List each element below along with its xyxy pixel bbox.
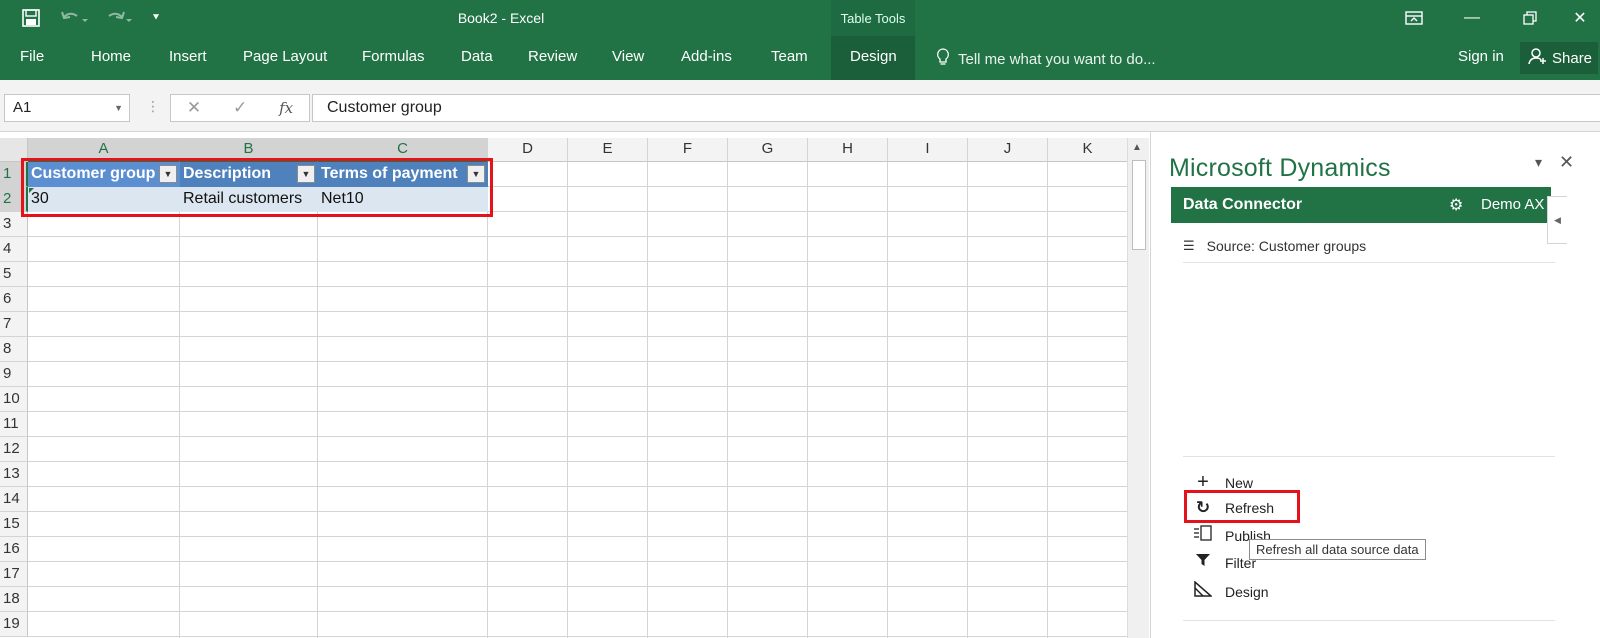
formula-input[interactable]: Customer group <box>312 94 1600 122</box>
sheet-row[interactable] <box>28 612 1128 637</box>
tab-page-layout[interactable]: Page Layout <box>243 48 327 65</box>
sheet-row[interactable] <box>28 287 1128 312</box>
column-header-i[interactable]: I <box>888 138 968 162</box>
environment-label[interactable]: Demo AX <box>1481 196 1544 213</box>
excel-window: ⯆ Book2 - Excel Table Tools — ✕ File Hom… <box>0 0 1600 638</box>
dynamics-task-pane: Microsoft Dynamics ▾ ✕ Data Connector ⚙ … <box>1150 132 1600 638</box>
worksheet-grid[interactable]: ABCDEFGHIJK 1 2 3 4 5 6 7 8 9 10 11 12 13 14 15 16 17 18 1… <box>0 138 1150 638</box>
close-icon[interactable]: ✕ <box>1562 4 1598 32</box>
scroll-thumb[interactable] <box>1132 160 1146 250</box>
restore-icon[interactable] <box>1510 4 1550 32</box>
tab-add-ins[interactable]: Add-ins <box>681 48 732 65</box>
design-action[interactable]: Design <box>1193 580 1269 602</box>
sheet-row[interactable] <box>28 537 1128 562</box>
row-header[interactable]: 19 <box>0 612 28 637</box>
table-tools-label: Table Tools <box>840 11 906 26</box>
divider <box>1183 456 1555 457</box>
table-highlight-box <box>21 158 493 217</box>
drag-handle-icon[interactable]: ⋮ <box>146 98 160 115</box>
row-header[interactable]: 13 <box>0 462 28 487</box>
row-header[interactable]: 8 <box>0 337 28 362</box>
row-header[interactable]: 5 <box>0 262 28 287</box>
sheet-row[interactable] <box>28 437 1128 462</box>
row-header[interactable]: 14 <box>0 487 28 512</box>
row-header[interactable]: 11 <box>0 412 28 437</box>
pane-options-icon[interactable]: ▾ <box>1535 154 1542 171</box>
publish-icon <box>1193 525 1213 546</box>
data-connector-header: Data Connector ⚙ Demo AX <box>1171 187 1551 223</box>
row-header[interactable]: 12 <box>0 437 28 462</box>
column-header-k[interactable]: K <box>1048 138 1128 162</box>
sheet-row[interactable] <box>28 587 1128 612</box>
divider <box>1183 620 1555 621</box>
ribbon-tabs: File Home Insert Page Layout Formulas Da… <box>0 36 1600 80</box>
ribbon-display-options-icon[interactable] <box>1394 4 1434 32</box>
pane-collapse-icon[interactable]: ◀ <box>1547 196 1567 244</box>
minimize-icon[interactable]: — <box>1452 4 1492 32</box>
source-text: Source: Customer groups <box>1206 238 1367 254</box>
gear-icon[interactable]: ⚙ <box>1449 195 1463 215</box>
sheet-row[interactable] <box>28 512 1128 537</box>
tab-data[interactable]: Data <box>461 48 493 65</box>
row-header[interactable]: 4 <box>0 237 28 262</box>
column-header-e[interactable]: E <box>568 138 648 162</box>
tab-file[interactable]: File <box>20 48 44 65</box>
action-label: Design <box>1225 583 1269 600</box>
row-header[interactable]: 7 <box>0 312 28 337</box>
sheet-row[interactable] <box>28 362 1128 387</box>
row-header[interactable]: 10 <box>0 387 28 412</box>
tab-home[interactable]: Home <box>91 48 131 65</box>
row-header[interactable]: 15 <box>0 512 28 537</box>
tab-insert[interactable]: Insert <box>169 48 207 65</box>
scroll-up-icon[interactable]: ▲ <box>1132 142 1142 153</box>
tab-team[interactable]: Team <box>771 48 808 65</box>
pane-title: Microsoft Dynamics <box>1169 154 1391 182</box>
column-header-g[interactable]: G <box>728 138 808 162</box>
sheet-row[interactable] <box>28 262 1128 287</box>
enter-icon[interactable]: ✓ <box>233 98 247 118</box>
list-icon: ☰ <box>1183 238 1195 253</box>
formula-buttons: ✕ ✓ fx <box>170 94 310 122</box>
row-header[interactable]: 6 <box>0 287 28 312</box>
column-header-h[interactable]: H <box>808 138 888 162</box>
sheet-row[interactable] <box>28 337 1128 362</box>
tab-review[interactable]: Review <box>528 48 577 65</box>
refresh-tooltip: Refresh all data source data <box>1249 539 1426 560</box>
tab-formulas[interactable]: Formulas <box>362 48 425 65</box>
formula-bar: A1 ▼ ⋮ ✕ ✓ fx Customer group <box>0 80 1600 132</box>
sheet-row[interactable] <box>28 387 1128 412</box>
column-header-j[interactable]: J <box>968 138 1048 162</box>
action-label: New <box>1225 474 1254 491</box>
name-box[interactable]: A1 ▼ <box>4 94 130 122</box>
pane-close-icon[interactable]: ✕ <box>1559 152 1574 173</box>
vertical-scrollbar[interactable]: ▲ <box>1127 138 1149 638</box>
row-header[interactable]: 18 <box>0 587 28 612</box>
source-line: ☰ Source: Customer groups <box>1183 238 1366 254</box>
refresh-highlight-box <box>1184 490 1300 523</box>
tab-design[interactable]: Design <box>850 48 897 65</box>
row-header[interactable]: 16 <box>0 537 28 562</box>
sheet-row[interactable] <box>28 562 1128 587</box>
column-header-f[interactable]: F <box>648 138 728 162</box>
sheet-row[interactable] <box>28 487 1128 512</box>
row-header[interactable]: 17 <box>0 562 28 587</box>
filter-action[interactable]: Filter <box>1193 553 1256 572</box>
sheet-row[interactable] <box>28 412 1128 437</box>
title-bar: ⯆ Book2 - Excel Table Tools — ✕ <box>0 0 1600 80</box>
sheet-row[interactable] <box>28 312 1128 337</box>
chevron-down-icon[interactable]: ▼ <box>114 103 123 113</box>
tab-view[interactable]: View <box>612 48 644 65</box>
cancel-icon[interactable]: ✕ <box>187 98 201 118</box>
filter-icon <box>1193 553 1213 572</box>
name-box-value: A1 <box>13 99 32 116</box>
row-header[interactable]: 9 <box>0 362 28 387</box>
insert-function-icon[interactable]: fx <box>279 99 293 117</box>
column-header-d[interactable]: D <box>488 138 568 162</box>
data-connector-title: Data Connector <box>1183 196 1303 213</box>
sheet-row[interactable] <box>28 237 1128 262</box>
divider <box>1183 262 1555 263</box>
sheet-row[interactable] <box>28 462 1128 487</box>
design-ruler-icon <box>1193 580 1213 602</box>
